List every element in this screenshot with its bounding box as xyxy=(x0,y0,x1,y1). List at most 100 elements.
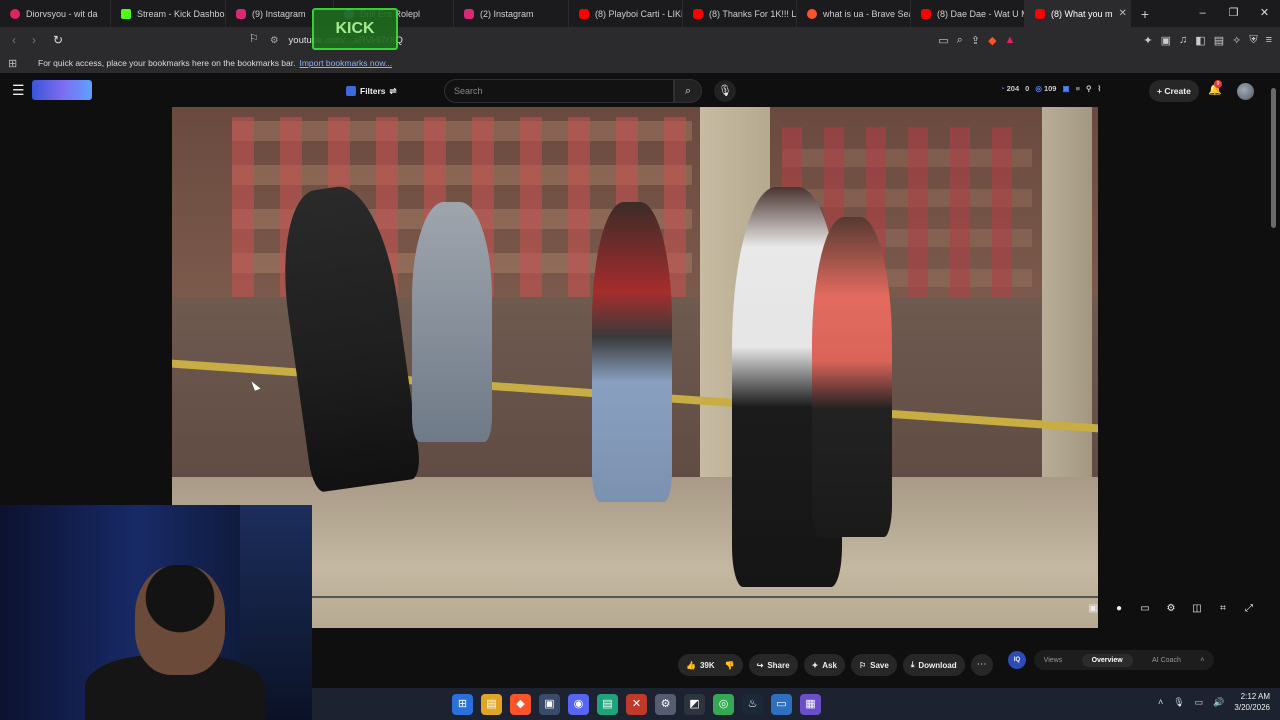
file-explorer-icon[interactable]: ▤ xyxy=(481,693,502,715)
browser-tab[interactable]: (8) Dae Dae - Wat U M xyxy=(911,0,1025,27)
iq-badge[interactable]: IQ xyxy=(1008,651,1026,669)
kick-overlay-logo: KICK xyxy=(312,8,398,50)
video-progress-bar[interactable] xyxy=(312,596,1098,598)
bookmark-save-icon: ⚐ xyxy=(858,660,867,670)
pin-icon[interactable]: ⚲ xyxy=(1086,84,1092,93)
zoom-icon[interactable]: ⌕ xyxy=(957,34,963,47)
close-window-button[interactable]: ✕ xyxy=(1249,0,1280,27)
tab-favicon-icon xyxy=(10,8,20,19)
cast-icon[interactable]: ⌗ xyxy=(1215,603,1231,621)
miniplayer-icon[interactable]: ◫ xyxy=(1189,603,1205,621)
extension-icon[interactable]: ▣ xyxy=(1062,84,1069,93)
webcam-person-head xyxy=(135,565,225,675)
browser-tab[interactable]: what is ua - Brave Sea xyxy=(797,0,911,27)
settings-gear-icon[interactable]: ⚙ xyxy=(1163,603,1179,621)
close-tab-icon[interactable]: ✕ xyxy=(1113,8,1127,19)
voice-search-button[interactable]: 🎙 xyxy=(714,80,736,102)
download-button[interactable]: ⤓ Download xyxy=(902,654,965,676)
settings-app-icon[interactable]: ⚙ xyxy=(655,693,676,715)
browser-tab[interactable]: Stream - Kick Dashboa xyxy=(111,0,226,27)
page-scrollbar[interactable] xyxy=(1271,88,1276,228)
instagram-favicon-icon xyxy=(236,8,246,19)
iq-overlay-icon[interactable]: ▣ xyxy=(1085,603,1101,621)
share-button[interactable]: ↪ Share xyxy=(748,654,798,676)
site-info-icon[interactable]: ⚙ xyxy=(270,35,279,46)
browser-tab[interactable]: Diorvsyou - wit da xyxy=(0,0,111,27)
notifications-button[interactable]: 🔔 9 xyxy=(1208,80,1222,96)
maximize-button[interactable]: ❐ xyxy=(1218,0,1249,27)
capcut-icon[interactable]: ✕ xyxy=(626,693,647,715)
clock-date: 3/20/2026 xyxy=(1234,703,1270,712)
bookmark-icon[interactable]: ⚐ xyxy=(249,32,259,45)
microphone-tray-icon[interactable]: 🎙 xyxy=(1173,697,1184,708)
autoplay-toggle-icon[interactable]: ● xyxy=(1111,603,1127,621)
tab-views[interactable]: Views xyxy=(1044,657,1063,664)
chevron-up-icon[interactable]: ˄ xyxy=(1158,697,1163,707)
tag-icon[interactable]: ⌇ xyxy=(1097,84,1101,93)
tab-ai-coach[interactable]: AI Coach xyxy=(1152,657,1181,664)
remote-desktop-icon[interactable]: ▭ xyxy=(771,693,792,715)
app-icon[interactable]: ▣ xyxy=(539,693,560,715)
brave-browser-icon[interactable]: ◆ xyxy=(510,693,531,715)
forward-arrow-icon[interactable]: › xyxy=(24,33,44,47)
menu-icon[interactable]: ≡ xyxy=(1266,34,1272,46)
tab-overview[interactable]: Overview xyxy=(1081,653,1133,667)
browser-tab-active[interactable]: (8) What you m ✕ xyxy=(1025,0,1131,27)
ask-button[interactable]: ✦ Ask xyxy=(803,654,845,676)
wallet-card-icon[interactable]: ▤ xyxy=(1214,34,1224,47)
extensions-icon[interactable]: ✦ xyxy=(1143,34,1152,47)
volume-icon[interactable]: 🔊 xyxy=(1213,697,1224,708)
tab-title: (2) Instagram xyxy=(480,8,534,19)
stat-c-value: 109 xyxy=(1043,84,1057,93)
new-tab-button[interactable]: + xyxy=(1131,6,1159,22)
brave-shield-icon[interactable]: ◆ xyxy=(988,34,996,47)
leo-ai-icon[interactable]: ✧ xyxy=(1232,34,1241,47)
system-tray: ˄ 🎙 ▭ 🔊 2:12 AM 3/20/2026 xyxy=(1158,691,1270,713)
chrome-icon[interactable]: ◎ xyxy=(713,693,734,715)
brave-rewards-icon[interactable]: ▲ xyxy=(1005,34,1016,46)
thumbs-down-icon[interactable]: 👎 xyxy=(725,661,735,670)
vpn-icon[interactable]: ⛨ xyxy=(1249,34,1257,47)
tab-title: Diorvsyou - wit da xyxy=(26,8,98,19)
steam-icon[interactable]: ♨ xyxy=(742,693,763,715)
more-actions-icon[interactable]: ⋯ xyxy=(970,654,993,676)
hamburger-menu-icon[interactable]: ☰ xyxy=(12,82,25,99)
sidebar-icon[interactable]: ◧ xyxy=(1195,34,1205,47)
fullscreen-icon[interactable]: ⤢ xyxy=(1241,603,1257,621)
import-bookmarks-link[interactable]: Import bookmarks now... xyxy=(299,58,392,68)
app-icon[interactable]: ▤ xyxy=(597,693,618,715)
filters-button[interactable]: Filters ⇌ xyxy=(346,82,397,100)
browser-tab[interactable]: (8) Thanks For 1K!!! Le xyxy=(683,0,797,27)
clock[interactable]: 2:12 AM 3/20/2026 xyxy=(1234,691,1270,713)
tab-title: (8) Thanks For 1K!!! Le xyxy=(709,8,797,19)
save-button[interactable]: ⚐ Save xyxy=(850,654,897,676)
chevron-up-icon[interactable]: ˄ xyxy=(1200,657,1204,664)
screen-icon[interactable]: ▭ xyxy=(938,34,948,47)
discord-icon[interactable]: ◉ xyxy=(568,693,589,715)
apps-grid-icon[interactable]: ⊞ xyxy=(8,57,17,70)
obs-icon[interactable]: ▦ xyxy=(800,693,821,715)
reload-icon[interactable]: ↻ xyxy=(48,33,68,47)
share-page-icon[interactable]: ⇪ xyxy=(971,34,980,47)
search-button[interactable]: ⌕ xyxy=(674,79,702,103)
avatar[interactable] xyxy=(1237,83,1254,100)
windows-start-icon[interactable]: ⊞ xyxy=(452,693,473,715)
like-button[interactable]: 👍 39K 👎 xyxy=(678,654,743,676)
panel-tabs: Views Overview AI Coach ˄ xyxy=(1034,650,1214,670)
wallet-icon[interactable]: ▣ xyxy=(1161,34,1171,47)
toolbar-right-icons: ▭ ⌕ ⇪ ◆ ▲ ✦ ▣ ♫ ◧ ▤ ✧ ⛨ ≡ xyxy=(938,27,1272,53)
back-arrow-icon[interactable]: ‹ xyxy=(4,33,24,47)
minimize-button[interactable]: – xyxy=(1187,0,1218,27)
search-icon: ⌕ xyxy=(684,85,692,97)
search-input[interactable]: Search xyxy=(444,79,674,103)
create-button[interactable]: + Create xyxy=(1149,80,1199,102)
channel-banner-logo[interactable] xyxy=(32,80,92,100)
music-icon[interactable]: ♫ xyxy=(1179,34,1187,46)
network-icon[interactable]: ▭ xyxy=(1195,697,1204,708)
captions-icon[interactable]: ▭ xyxy=(1137,603,1153,621)
brave-favicon-icon xyxy=(807,8,817,19)
app-icon[interactable]: ◩ xyxy=(684,693,705,715)
browser-tab[interactable]: (2) Instagram xyxy=(454,0,569,27)
list-icon[interactable]: ≡ xyxy=(1076,84,1080,93)
browser-tab[interactable]: (8) Playboi Carti - LIKE xyxy=(569,0,683,27)
